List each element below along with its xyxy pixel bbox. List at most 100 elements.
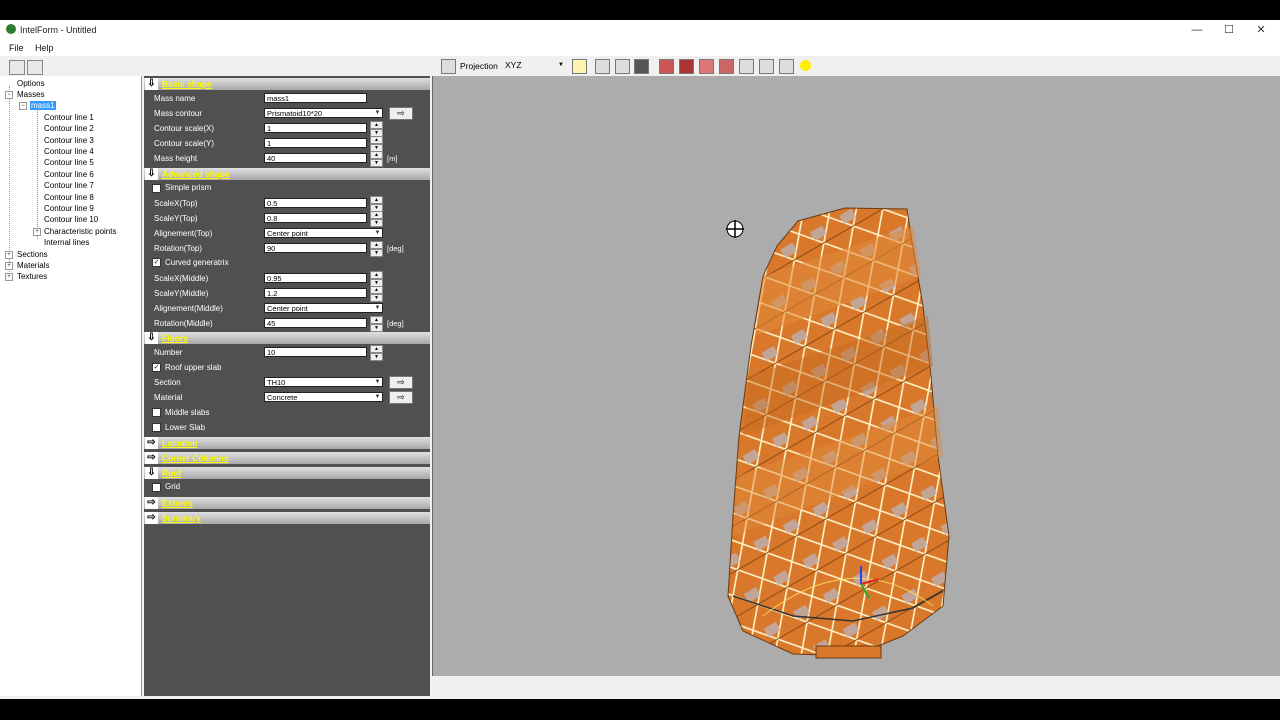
section-select[interactable]: TH10 ▼ xyxy=(264,377,383,387)
viewport-toolbar: Projection XYZ ▼ xyxy=(432,56,1280,76)
mass-contour-go-button[interactable]: ⇨ xyxy=(389,107,413,120)
scalex-top-input[interactable]: 0.5 xyxy=(264,198,367,208)
collapse-arrow-icon[interactable]: ⇩ xyxy=(145,168,158,180)
view-front-icon[interactable] xyxy=(595,59,610,74)
tree-item-internal-lines[interactable]: Internal lines xyxy=(44,238,89,247)
close-button[interactable]: ✕ xyxy=(1245,20,1277,40)
expand-characteristic-points-icon[interactable]: + xyxy=(33,228,41,236)
tree-item-characteristic-points[interactable]: Characteristic points xyxy=(44,227,116,236)
fit-view-icon[interactable] xyxy=(441,59,456,74)
view-top-icon[interactable] xyxy=(634,59,649,74)
tree-item-contour-2[interactable]: Contour line 2 xyxy=(44,124,94,133)
material-go-button[interactable]: ⇨ xyxy=(389,391,413,404)
expand-textures-icon[interactable]: + xyxy=(5,273,13,281)
mass-name-input[interactable]: mass1 xyxy=(264,93,367,103)
minimize-button[interactable]: — xyxy=(1181,20,1213,40)
show-grid-icon[interactable] xyxy=(739,59,754,74)
curved-generatrix-checkbox[interactable]: ✓ xyxy=(152,258,161,267)
property-panel: ⇩ Basic shape Mass name mass1 Mass conto… xyxy=(144,76,430,696)
section-location[interactable]: ⇨ Location xyxy=(144,437,430,449)
alignment-top-select[interactable]: Center point ▼ xyxy=(264,228,383,238)
contour-scale-y-input[interactable]: 1 xyxy=(264,138,367,148)
scalex-middle-input[interactable]: 0.95 xyxy=(264,273,367,283)
expand-arrow-icon[interactable]: ⇨ xyxy=(145,512,158,524)
roof-upper-slab-checkbox[interactable]: ✓ xyxy=(152,363,161,372)
grid-checkbox[interactable] xyxy=(152,483,161,492)
show-slabs-icon[interactable] xyxy=(659,59,674,74)
move-icon[interactable] xyxy=(572,59,587,74)
expand-masses-icon[interactable]: − xyxy=(5,91,13,99)
collapse-arrow-icon[interactable]: ⇩ xyxy=(145,467,158,479)
contour-scale-x-input[interactable]: 1 xyxy=(264,123,367,133)
show-axes-icon[interactable] xyxy=(779,59,794,74)
3d-viewport[interactable] xyxy=(432,76,1280,676)
tree-item-options[interactable]: Options xyxy=(17,79,45,88)
tree-item-contour-10[interactable]: Contour line 10 xyxy=(44,215,98,224)
view-side-icon[interactable] xyxy=(615,59,630,74)
expand-arrow-icon[interactable]: ⇨ xyxy=(145,437,158,449)
mass-height-input[interactable]: 40 xyxy=(264,153,367,163)
tree-item-materials[interactable]: Materials xyxy=(17,261,49,270)
rotation-middle-input[interactable]: 45 xyxy=(264,318,367,328)
contour-scale-x-spinner[interactable]: ▲ ▼ xyxy=(370,121,383,137)
expand-arrow-icon[interactable]: ⇨ xyxy=(145,452,158,464)
tree-item-contour-6[interactable]: Contour line 6 xyxy=(44,170,94,179)
mass-contour-select[interactable]: Prismatoid10*20 ▼ xyxy=(264,108,383,118)
simple-prism-checkbox[interactable] xyxy=(152,184,161,193)
floor-number-input[interactable]: 10 xyxy=(264,347,367,357)
menu-help[interactable]: Help xyxy=(35,43,54,53)
chevron-down-icon: ▼ xyxy=(374,305,381,311)
maximize-button[interactable]: ☐ xyxy=(1213,20,1245,40)
scaley-top-input[interactable]: 0.8 xyxy=(264,213,367,223)
show-columns-icon[interactable] xyxy=(699,59,714,74)
scalex-middle-spinner[interactable]: ▲ ▼ xyxy=(370,271,383,287)
tree-item-contour-7[interactable]: Contour line 7 xyxy=(44,181,94,190)
collapse-arrow-icon[interactable]: ⇩ xyxy=(145,78,158,90)
scaley-top-spinner[interactable]: ▲ ▼ xyxy=(370,211,383,227)
section-basic-shape[interactable]: ⇩ Basic shape xyxy=(144,78,430,90)
scalex-top-spinner[interactable]: ▲ ▼ xyxy=(370,196,383,212)
tree-item-contour-4[interactable]: Contour line 4 xyxy=(44,147,94,156)
tree-item-sections[interactable]: Sections xyxy=(17,250,48,259)
expand-mass1-icon[interactable]: − xyxy=(19,102,27,110)
show-wireframe-icon[interactable] xyxy=(759,59,774,74)
tree-item-masses[interactable]: Masses xyxy=(17,90,45,99)
add-mass-icon[interactable] xyxy=(9,60,25,75)
expand-arrow-icon[interactable]: ⇨ xyxy=(145,497,158,509)
contour-scale-y-spinner[interactable]: ▲ ▼ xyxy=(370,136,383,152)
tree-item-contour-5[interactable]: Contour line 5 xyxy=(44,158,94,167)
section-corner-columns[interactable]: ⇨ Corner Columns xyxy=(144,452,430,464)
tree-item-contour-3[interactable]: Contour line 3 xyxy=(44,136,94,145)
tree-item-contour-9[interactable]: Contour line 9 xyxy=(44,204,94,213)
copy-mass-icon[interactable] xyxy=(27,60,43,75)
floor-number-spinner[interactable]: ▲ ▼ xyxy=(370,345,383,361)
menu-file[interactable]: File xyxy=(9,43,24,53)
section-go-button[interactable]: ⇨ xyxy=(389,376,413,389)
collapse-arrow-icon[interactable]: ⇩ xyxy=(145,332,158,344)
scaley-middle-input[interactable]: 1.2 xyxy=(264,288,367,298)
rotation-top-input[interactable]: 90 xyxy=(264,243,367,253)
rotation-top-spinner[interactable]: ▲ ▼ xyxy=(370,241,383,257)
scaley-middle-spinner[interactable]: ▲ ▼ xyxy=(370,286,383,302)
section-roof[interactable]: ⇩ Roof xyxy=(144,467,430,479)
expand-sections-icon[interactable]: + xyxy=(5,251,13,259)
section-summary[interactable]: ⇨ Summary xyxy=(144,512,430,524)
alignment-middle-select[interactable]: Center point ▼ xyxy=(264,303,383,313)
section-floors[interactable]: ⇩ Floors xyxy=(144,332,430,344)
section-advanced-shape[interactable]: ⇩ Advanced shape xyxy=(144,168,430,180)
middle-slabs-checkbox[interactable] xyxy=(152,408,161,417)
rotation-middle-spinner[interactable]: ▲ ▼ xyxy=(370,316,383,332)
tree-item-mass1[interactable]: mass1 xyxy=(30,101,56,110)
projection-select[interactable]: XYZ ▼ xyxy=(502,59,566,71)
material-select[interactable]: Concrete ▼ xyxy=(264,392,383,402)
show-mass-icon[interactable] xyxy=(679,59,694,74)
light-icon[interactable] xyxy=(800,60,811,71)
mass-height-spinner[interactable]: ▲ ▼ xyxy=(370,151,383,167)
section-extents[interactable]: ⇨ Extents xyxy=(144,497,430,509)
expand-materials-icon[interactable]: + xyxy=(5,262,13,270)
show-braces-icon[interactable] xyxy=(719,59,734,74)
lower-slab-checkbox[interactable] xyxy=(152,423,161,432)
tree-item-contour-1[interactable]: Contour line 1 xyxy=(44,113,94,122)
tree-item-contour-8[interactable]: Contour line 8 xyxy=(44,193,94,202)
tree-item-textures[interactable]: Textures xyxy=(17,272,47,281)
